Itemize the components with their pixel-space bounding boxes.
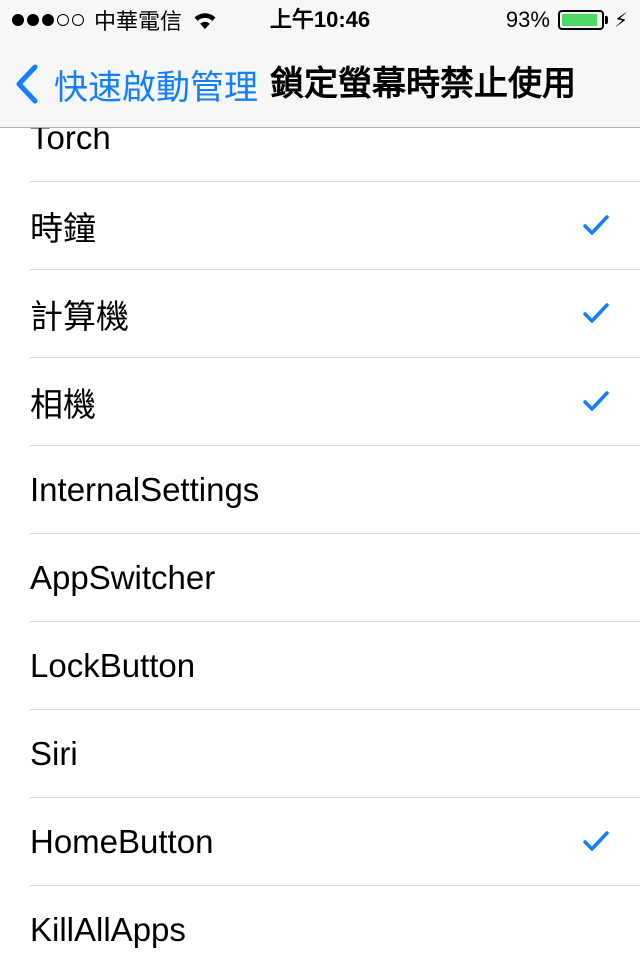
list-item-label: LockButton xyxy=(30,646,196,684)
battery-level-fill xyxy=(561,14,598,26)
list-item-label: Siri xyxy=(30,734,78,772)
list-item-label: 時鐘 xyxy=(30,209,96,247)
list-item[interactable]: LockButton xyxy=(30,622,640,710)
list-item[interactable]: 計算機 xyxy=(30,270,640,358)
list-item-label: HomeButton xyxy=(30,822,214,860)
list-item[interactable]: HomeButton xyxy=(30,798,640,886)
list-item[interactable]: Torch xyxy=(30,128,640,182)
battery-icon xyxy=(557,10,604,30)
status-bar: 中華電信 上午10:46 93% ⚡ xyxy=(0,0,640,40)
chevron-left-icon xyxy=(16,64,38,104)
list-item[interactable]: InternalSettings xyxy=(30,446,640,534)
list-item[interactable]: Siri xyxy=(30,710,640,798)
list-item-label: Torch xyxy=(30,128,111,156)
list-item-label: KillAllApps xyxy=(30,910,186,948)
app-list-content: Torch 時鐘計算機相機 InternalSettings AppSwitcher L… xyxy=(0,128,640,960)
battery-nub xyxy=(604,16,608,24)
list-item-label: InternalSettings xyxy=(30,470,260,508)
charging-bolt-icon: ⚡ xyxy=(613,9,628,32)
list-item-label: AppSwitcher xyxy=(30,558,216,596)
page-title: 鎖定螢幕時禁止使用 xyxy=(270,65,576,103)
checkmark-icon xyxy=(583,831,609,851)
checkmark-icon xyxy=(583,215,609,235)
list-item[interactable]: 時鐘 xyxy=(30,182,640,270)
list-item-label: 計算機 xyxy=(30,297,129,335)
checkmark-icon xyxy=(583,391,609,411)
list-item[interactable]: 相機 xyxy=(30,358,640,446)
app-list: Torch 時鐘計算機相機 InternalSettings AppSwitcher L… xyxy=(0,128,640,960)
list-item-label: 相機 xyxy=(30,385,96,423)
status-right: 93% ⚡ xyxy=(506,6,628,34)
list-item[interactable]: AppSwitcher xyxy=(30,534,640,622)
checkmark-icon xyxy=(583,303,609,323)
back-button-label: 快速啟動管理 xyxy=(54,68,258,107)
list-item[interactable]: KillAllApps xyxy=(30,886,640,960)
back-button[interactable]: 快速啟動管理 xyxy=(14,40,258,128)
navigation-bar: 快速啟動管理 鎖定螢幕時禁止使用 xyxy=(0,40,640,128)
battery-percentage: 93% xyxy=(505,7,550,32)
